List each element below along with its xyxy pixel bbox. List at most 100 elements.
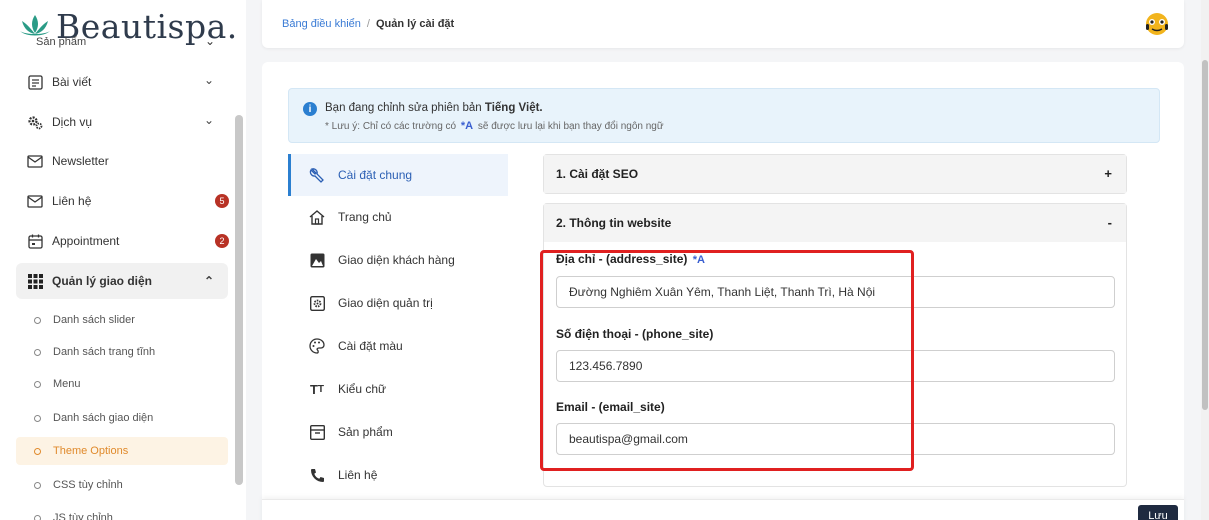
sidebar-item-quan-ly-giao-dien[interactable]: Quản lý giao diện ⌃ (16, 263, 228, 299)
text-icon: TT (309, 381, 325, 397)
address-label: Địa chỉ - (address_site) *A (556, 252, 707, 266)
sidebar: Beautispa. Sản phẩm ⌄ Bài viết ⌄ Dịch vụ… (0, 0, 246, 520)
sidebar-item-dich-vu[interactable]: Dịch vụ ⌄ (16, 104, 228, 140)
email-input[interactable] (556, 423, 1115, 455)
sidebar-subitem-label: Menu (53, 378, 81, 390)
article-icon (26, 73, 44, 91)
sidebar-subitem-label: JS tùy chỉnh (53, 512, 113, 520)
mail-icon (26, 152, 44, 170)
sidebar-subitem-label: Danh sách slider (53, 314, 135, 326)
accordion-seo: 1. Cài đặt SEO + (543, 154, 1127, 194)
save-button[interactable]: Lưu (1138, 505, 1178, 520)
circle-icon (34, 447, 41, 455)
sidebar-item-san-pham[interactable]: Sản phẩm (36, 36, 86, 48)
page-scrollbar[interactable] (1201, 0, 1209, 520)
mail-icon (26, 192, 44, 210)
notice-text: * Lưu ý: Chỉ có các trường có (325, 121, 457, 132)
sidebar-item-newsletter[interactable]: Newsletter (16, 143, 228, 179)
sidebar-scrollbar[interactable] (235, 115, 243, 485)
notice-text: Bạn đang chỉnh sửa phiên bản (325, 102, 482, 114)
tab-label: Kiểu chữ (338, 382, 387, 396)
tab-giao-dien-quan-tri[interactable]: Giao diện quản trị (288, 282, 508, 324)
circle-icon (34, 316, 41, 324)
accordion-title: 2. Thông tin website (556, 216, 672, 230)
notice-line-2: * Lưu ý: Chỉ có các trường có *A sẽ được… (325, 120, 664, 132)
translate-icon: *A (692, 254, 705, 266)
sidebar-subitem-theme-options[interactable]: Theme Options (16, 437, 228, 465)
chevron-down-icon: ⌄ (203, 113, 214, 127)
email-label: Email - (email_site) (556, 400, 665, 414)
tab-label: Giao diện quản trị (338, 296, 433, 310)
sidebar-subitem-slider[interactable]: Danh sách slider (16, 306, 228, 334)
chevron-up-icon: ⌃ (203, 274, 214, 288)
box-icon (308, 423, 326, 441)
tab-label: Cài đặt màu (338, 339, 403, 353)
tab-giao-dien-khach-hang[interactable]: Giao diện khách hàng (288, 239, 508, 281)
phone-icon (308, 466, 326, 484)
grid-icon (26, 272, 44, 290)
sidebar-item-label: Quản lý giao diện (52, 274, 153, 288)
language-notice: i Bạn đang chỉnh sửa phiên bản Tiếng Việ… (288, 88, 1160, 143)
sidebar-subitem-custom-css[interactable]: CSS tùy chỉnh (16, 471, 228, 499)
tab-label: Sản phẩm (338, 425, 393, 439)
sidebar-subitem-label: CSS tùy chỉnh (53, 479, 123, 491)
notice-language: Tiếng Việt. (484, 102, 543, 114)
notice-line-1: Bạn đang chỉnh sửa phiên bản Tiếng Việt. (325, 102, 543, 114)
breadcrumb: Bảng điều khiển / Quản lý cài đặt (282, 18, 454, 30)
expand-icon[interactable]: + (1104, 166, 1112, 181)
tab-cai-dat-mau[interactable]: Cài đặt màu (288, 325, 508, 367)
circle-icon (34, 348, 41, 356)
circle-icon (34, 380, 41, 388)
gears-icon (26, 113, 44, 131)
tab-label: Liên hệ (338, 468, 378, 482)
chevron-down-icon: ⌄ (203, 73, 214, 87)
breadcrumb-current: Quản lý cài đặt (375, 18, 455, 30)
circle-icon (34, 414, 41, 422)
tab-label: Trang chủ (338, 210, 392, 224)
tab-lien-he[interactable]: Liên hệ (288, 454, 508, 496)
accordion-header-seo[interactable]: 1. Cài đặt SEO + (544, 155, 1126, 193)
accordion-header-website[interactable]: 2. Thông tin website - (544, 204, 1126, 242)
tab-san-pham[interactable]: Sản phẩm (288, 411, 508, 453)
sidebar-subitem-custom-js[interactable]: JS tùy chỉnh (16, 504, 228, 520)
top-bar: Bảng điều khiển / Quản lý cài đặt (262, 0, 1184, 48)
accordion-body-website: Địa chỉ - (address_site) *A Số điện thoạ… (544, 242, 1126, 486)
info-icon: i (303, 102, 317, 116)
chevron-down-icon[interactable]: ⌄ (205, 34, 215, 48)
sidebar-item-lien-he[interactable]: Liên hệ 5 (16, 183, 229, 219)
sidebar-item-label: Appointment (52, 234, 120, 248)
circle-icon (34, 481, 41, 489)
collapse-icon[interactable]: - (1108, 215, 1112, 230)
sidebar-item-appointment[interactable]: Appointment 2 (16, 223, 229, 259)
tab-kieu-chu[interactable]: TT Kiểu chữ (288, 368, 508, 410)
tab-trang-chu[interactable]: Trang chủ (288, 196, 508, 238)
settings-card: i Bạn đang chỉnh sửa phiên bản Tiếng Việ… (262, 62, 1184, 520)
sidebar-item-label: Liên hệ (52, 194, 92, 208)
translate-icon: *A (460, 120, 474, 132)
wrench-icon (308, 166, 326, 184)
address-input[interactable] (556, 276, 1115, 308)
field-label-text: Địa chỉ - (address_site) (556, 252, 688, 266)
sidebar-subitem-menu[interactable]: Menu (16, 370, 228, 398)
sidebar-item-label: Dịch vụ (52, 115, 93, 129)
bottom-action-bar: Lưu (262, 499, 1184, 520)
sidebar-subitem-static-pages[interactable]: Danh sách trang tĩnh (16, 338, 228, 366)
count-badge: 5 (215, 194, 229, 208)
avatar[interactable] (1144, 10, 1170, 36)
palette-icon (308, 337, 326, 355)
notice-text: sẽ được lưu lại khi bạn thay đổi ngôn ng… (477, 121, 664, 132)
image-icon (308, 251, 326, 269)
scrollbar-thumb[interactable] (1202, 60, 1208, 410)
sidebar-subitem-themes[interactable]: Danh sách giao diện (16, 404, 228, 432)
tab-label: Giao diện khách hàng (338, 253, 455, 267)
sidebar-subitem-label: Danh sách trang tĩnh (53, 346, 156, 358)
tab-label: Cài đặt chung (338, 168, 413, 182)
count-badge: 2 (215, 234, 229, 248)
tab-cai-dat-chung[interactable]: Cài đặt chung (288, 154, 508, 196)
dashboard-icon (308, 294, 326, 312)
sidebar-item-label: Newsletter (52, 154, 109, 168)
sidebar-item-bai-viet[interactable]: Bài viết ⌄ (16, 64, 228, 100)
phone-input[interactable] (556, 350, 1115, 382)
sidebar-subitem-label: Danh sách giao diện (53, 412, 154, 424)
breadcrumb-link[interactable]: Bảng điều khiển (282, 18, 361, 30)
